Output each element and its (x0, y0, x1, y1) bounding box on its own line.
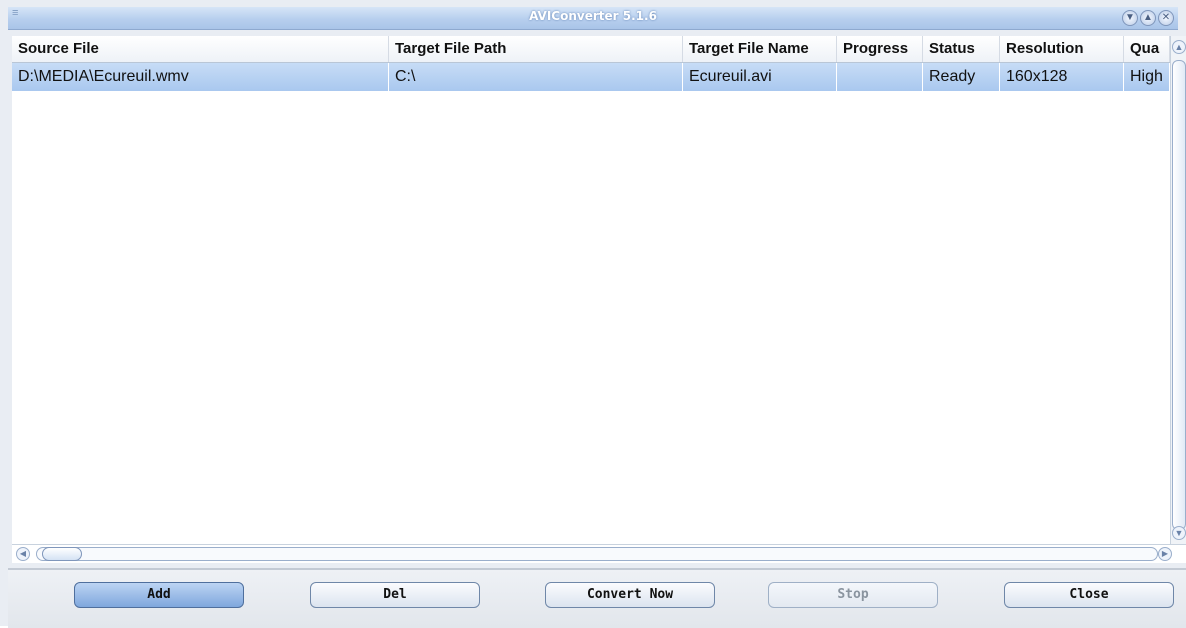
cell-source-file: D:\MEDIA\Ecureuil.wmv (12, 63, 389, 91)
column-header-target-path[interactable]: Target File Path (389, 36, 683, 62)
column-header-progress[interactable]: Progress (837, 36, 923, 62)
horizontal-scrollbar[interactable]: ◀ ▶ (12, 544, 1186, 563)
table-row[interactable]: D:\MEDIA\Ecureuil.wmv C:\ Ecureuil.avi R… (12, 63, 1170, 91)
scroll-left-icon[interactable]: ◀ (16, 547, 30, 561)
vertical-scrollbar[interactable]: ▲ ▼ (1170, 36, 1186, 544)
stop-button[interactable]: Stop (768, 582, 938, 608)
vertical-scroll-thumb[interactable] (1172, 60, 1186, 530)
maximize-icon[interactable]: ▲ (1140, 10, 1156, 26)
cell-target-name: Ecureuil.avi (683, 63, 837, 91)
horizontal-scroll-track[interactable] (36, 547, 1158, 561)
horizontal-scroll-thumb[interactable] (42, 547, 82, 561)
delete-button[interactable]: Del (310, 582, 480, 608)
scroll-up-icon[interactable]: ▲ (1172, 40, 1186, 54)
column-header-quality[interactable]: Qua (1124, 36, 1170, 62)
window-title: AVIConverter 5.1.6 (529, 9, 657, 23)
column-header-source-file[interactable]: Source File (12, 36, 389, 62)
scroll-right-icon[interactable]: ▶ (1158, 547, 1172, 561)
scroll-down-icon[interactable]: ▼ (1172, 526, 1186, 540)
title-bar[interactable]: ≡ AVIConverter 5.1.6 ▼ ▲ ✕ (8, 7, 1178, 30)
column-header-status[interactable]: Status (923, 36, 1000, 62)
button-bar: Add Del Convert Now Stop Close (8, 568, 1186, 628)
close-button[interactable]: Close (1004, 582, 1174, 608)
cell-target-path: C:\ (389, 63, 683, 91)
convert-now-button[interactable]: Convert Now (545, 582, 715, 608)
add-button[interactable]: Add (74, 582, 244, 608)
app-window: ≡ AVIConverter 5.1.6 ▼ ▲ ✕ Source File T… (0, 0, 1186, 628)
close-icon[interactable]: ✕ (1158, 10, 1174, 26)
column-header-resolution[interactable]: Resolution (1000, 36, 1124, 62)
cell-progress (837, 63, 923, 91)
table-header: Source File Target File Path Target File… (12, 36, 1170, 63)
minimize-icon[interactable]: ▼ (1122, 10, 1138, 26)
cell-status: Ready (923, 63, 1000, 91)
cell-quality: High (1124, 63, 1170, 91)
column-header-target-name[interactable]: Target File Name (683, 36, 837, 62)
file-table: Source File Target File Path Target File… (12, 36, 1170, 544)
cell-resolution: 160x128 (1000, 63, 1124, 91)
